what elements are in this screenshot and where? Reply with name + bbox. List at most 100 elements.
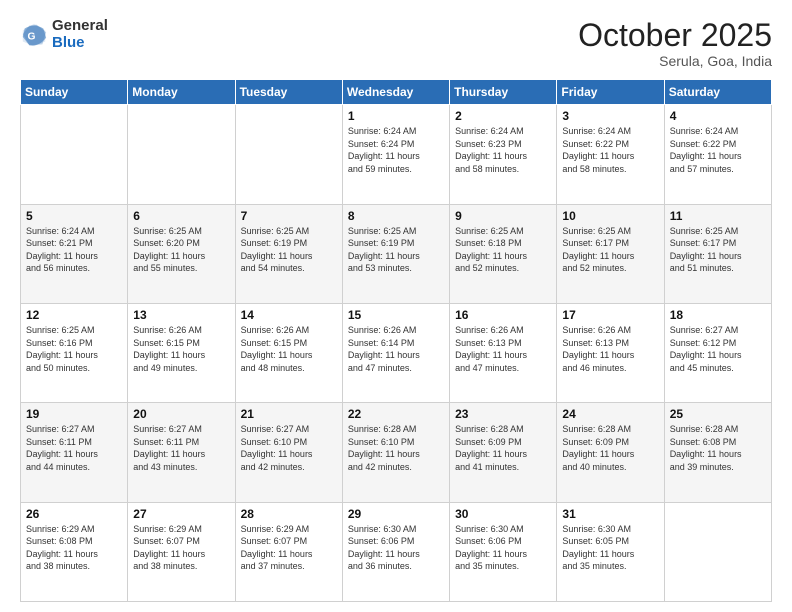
table-row: 18 Sunrise: 6:27 AM Sunset: 6:12 PM Dayli… xyxy=(664,303,771,402)
title-block: October 2025 Serula, Goa, India xyxy=(578,18,772,69)
table-row: 13Sunrise: 6:26 AM Sunset: 6:15 PM Dayli… xyxy=(128,303,235,402)
day-number: 11 xyxy=(670,209,766,223)
table-row xyxy=(235,105,342,204)
table-row: 9 Sunrise: 6:25 AM Sunset: 6:18 PM Daylig… xyxy=(450,204,557,303)
day-info: Sunrise: 6:30 AM Sunset: 6:05 PM Dayligh… xyxy=(562,523,658,573)
day-number: 22 xyxy=(348,407,444,421)
calendar-week-row: 19 Sunrise: 6:27 AM Sunset: 6:11 PM Dayli… xyxy=(21,403,772,502)
day-number: 5 xyxy=(26,209,122,223)
table-row: 15 Sunrise: 6:26 AM Sunset: 6:14 PM Dayli… xyxy=(342,303,449,402)
table-row: 5Sunrise: 6:24 AM Sunset: 6:21 PM Daylig… xyxy=(21,204,128,303)
table-row: 10 Sunrise: 6:25 AM Sunset: 6:17 PM Dayli… xyxy=(557,204,664,303)
logo: G General Blue xyxy=(20,18,108,51)
day-info: Sunrise: 6:25 AM Sunset: 6:19 PM Dayligh… xyxy=(241,225,337,275)
day-info: Sunrise: 6:28 AM Sunset: 6:08 PM Dayligh… xyxy=(670,423,766,473)
day-number: 20 xyxy=(133,407,229,421)
day-number: 3 xyxy=(562,109,658,123)
day-number: 2 xyxy=(455,109,551,123)
table-row: 20 Sunrise: 6:27 AM Sunset: 6:11 PM Dayli… xyxy=(128,403,235,502)
day-info: Sunrise: 6:26 AM Sunset: 6:15 PM Dayligh… xyxy=(241,324,337,374)
table-row: 4 Sunrise: 6:24 AM Sunset: 6:22 PM Daylig… xyxy=(664,105,771,204)
day-info: Sunrise: 6:29 AM Sunset: 6:07 PM Dayligh… xyxy=(241,523,337,573)
day-info: Sunrise: 6:28 AM Sunset: 6:09 PM Dayligh… xyxy=(562,423,658,473)
day-number: 29 xyxy=(348,507,444,521)
day-number: 24 xyxy=(562,407,658,421)
table-row: 6 Sunrise: 6:25 AM Sunset: 6:20 PM Daylig… xyxy=(128,204,235,303)
day-number: 25 xyxy=(670,407,766,421)
calendar: Sunday Monday Tuesday Wednesday Thursday… xyxy=(20,79,772,602)
table-row: 7 Sunrise: 6:25 AM Sunset: 6:19 PM Daylig… xyxy=(235,204,342,303)
day-info: Sunrise: 6:24 AM Sunset: 6:22 PM Dayligh… xyxy=(670,125,766,175)
table-row: 31 Sunrise: 6:30 AM Sunset: 6:05 PM Dayli… xyxy=(557,502,664,601)
location: Serula, Goa, India xyxy=(578,53,772,69)
calendar-week-row: 1 Sunrise: 6:24 AM Sunset: 6:24 PM Daylig… xyxy=(21,105,772,204)
day-info: Sunrise: 6:28 AM Sunset: 6:10 PM Dayligh… xyxy=(348,423,444,473)
table-row: 8Sunrise: 6:25 AM Sunset: 6:19 PM Daylig… xyxy=(342,204,449,303)
day-number: 1 xyxy=(348,109,444,123)
table-row: 28 Sunrise: 6:29 AM Sunset: 6:07 PM Dayli… xyxy=(235,502,342,601)
table-row: 14 Sunrise: 6:26 AM Sunset: 6:15 PM Dayli… xyxy=(235,303,342,402)
day-number: 27 xyxy=(133,507,229,521)
day-number: 17 xyxy=(562,308,658,322)
day-number: 9 xyxy=(455,209,551,223)
day-number: 15 xyxy=(348,308,444,322)
table-row xyxy=(21,105,128,204)
day-info: Sunrise: 6:28 AM Sunset: 6:09 PM Dayligh… xyxy=(455,423,551,473)
day-info: Sunrise: 6:27 AM Sunset: 6:12 PM Dayligh… xyxy=(670,324,766,374)
page: G General Blue October 2025 Serula, Goa,… xyxy=(0,0,792,612)
calendar-week-row: 5Sunrise: 6:24 AM Sunset: 6:21 PM Daylig… xyxy=(21,204,772,303)
day-number: 28 xyxy=(241,507,337,521)
table-row xyxy=(664,502,771,601)
logo-text: General Blue xyxy=(52,18,108,51)
day-number: 14 xyxy=(241,308,337,322)
logo-blue: Blue xyxy=(52,35,108,52)
day-info: Sunrise: 6:26 AM Sunset: 6:13 PM Dayligh… xyxy=(562,324,658,374)
table-row: 22 Sunrise: 6:28 AM Sunset: 6:10 PM Dayli… xyxy=(342,403,449,502)
table-row: 16Sunrise: 6:26 AM Sunset: 6:13 PM Dayli… xyxy=(450,303,557,402)
svg-text:G: G xyxy=(27,31,35,42)
day-number: 19 xyxy=(26,407,122,421)
table-row: 26 Sunrise: 6:29 AM Sunset: 6:08 PM Dayli… xyxy=(21,502,128,601)
table-row: 29Sunrise: 6:30 AM Sunset: 6:06 PM Dayli… xyxy=(342,502,449,601)
table-row: 1 Sunrise: 6:24 AM Sunset: 6:24 PM Daylig… xyxy=(342,105,449,204)
col-friday: Friday xyxy=(557,80,664,105)
table-row: 12Sunrise: 6:25 AM Sunset: 6:16 PM Dayli… xyxy=(21,303,128,402)
day-number: 16 xyxy=(455,308,551,322)
day-info: Sunrise: 6:25 AM Sunset: 6:17 PM Dayligh… xyxy=(562,225,658,275)
day-number: 10 xyxy=(562,209,658,223)
day-info: Sunrise: 6:29 AM Sunset: 6:07 PM Dayligh… xyxy=(133,523,229,573)
table-row: 27 Sunrise: 6:29 AM Sunset: 6:07 PM Dayli… xyxy=(128,502,235,601)
day-info: Sunrise: 6:24 AM Sunset: 6:24 PM Dayligh… xyxy=(348,125,444,175)
table-row: 19Sunrise: 6:27 AM Sunset: 6:11 PM Dayli… xyxy=(21,403,128,502)
month-title: October 2025 xyxy=(578,18,772,53)
col-sunday: Sunday xyxy=(21,80,128,105)
day-number: 23 xyxy=(455,407,551,421)
col-monday: Monday xyxy=(128,80,235,105)
day-number: 26 xyxy=(26,507,122,521)
day-number: 4 xyxy=(670,109,766,123)
day-number: 12 xyxy=(26,308,122,322)
day-number: 13 xyxy=(133,308,229,322)
day-number: 8 xyxy=(348,209,444,223)
header: G General Blue October 2025 Serula, Goa,… xyxy=(20,18,772,69)
day-number: 18 xyxy=(670,308,766,322)
logo-icon: G xyxy=(20,21,48,49)
day-number: 6 xyxy=(133,209,229,223)
day-number: 7 xyxy=(241,209,337,223)
table-row xyxy=(128,105,235,204)
day-info: Sunrise: 6:25 AM Sunset: 6:20 PM Dayligh… xyxy=(133,225,229,275)
calendar-header-row: Sunday Monday Tuesday Wednesday Thursday… xyxy=(21,80,772,105)
calendar-week-row: 12Sunrise: 6:25 AM Sunset: 6:16 PM Dayli… xyxy=(21,303,772,402)
table-row: 25 Sunrise: 6:28 AM Sunset: 6:08 PM Dayli… xyxy=(664,403,771,502)
col-wednesday: Wednesday xyxy=(342,80,449,105)
day-info: Sunrise: 6:29 AM Sunset: 6:08 PM Dayligh… xyxy=(26,523,122,573)
table-row: 17 Sunrise: 6:26 AM Sunset: 6:13 PM Dayli… xyxy=(557,303,664,402)
day-info: Sunrise: 6:25 AM Sunset: 6:18 PM Dayligh… xyxy=(455,225,551,275)
day-info: Sunrise: 6:30 AM Sunset: 6:06 PM Dayligh… xyxy=(455,523,551,573)
day-number: 31 xyxy=(562,507,658,521)
day-info: Sunrise: 6:25 AM Sunset: 6:17 PM Dayligh… xyxy=(670,225,766,275)
logo-general: General xyxy=(52,18,108,35)
day-info: Sunrise: 6:26 AM Sunset: 6:14 PM Dayligh… xyxy=(348,324,444,374)
col-thursday: Thursday xyxy=(450,80,557,105)
day-info: Sunrise: 6:27 AM Sunset: 6:11 PM Dayligh… xyxy=(133,423,229,473)
